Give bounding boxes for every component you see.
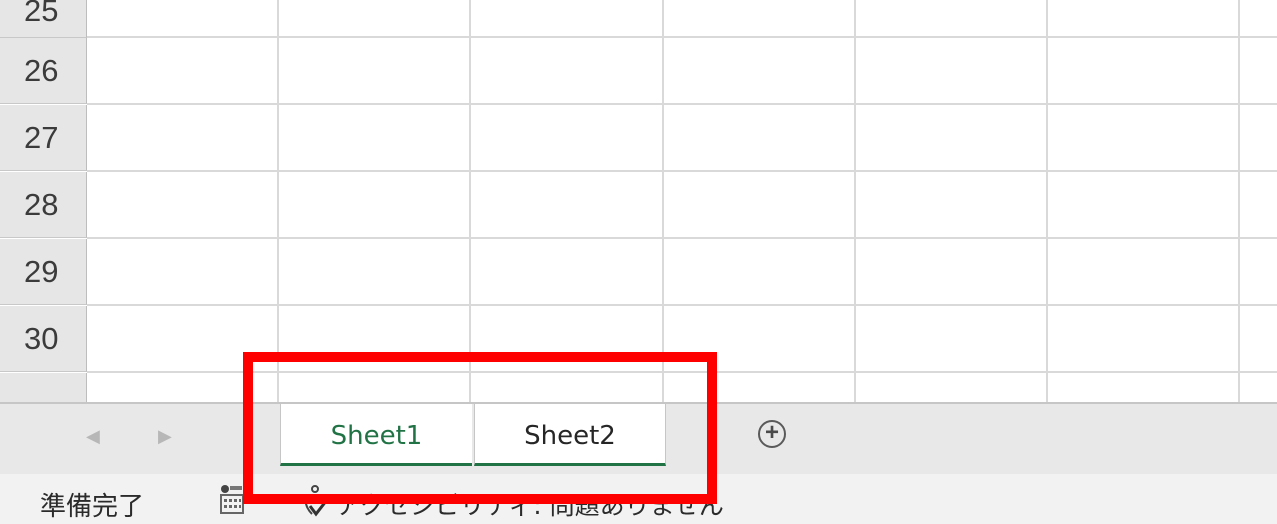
row-header[interactable]: 26	[0, 38, 87, 104]
grid-cell[interactable]	[856, 105, 1048, 172]
grid-cell[interactable]	[279, 38, 471, 105]
grid-cell[interactable]	[87, 373, 279, 402]
grid-cell[interactable]	[664, 373, 856, 402]
grid-cell[interactable]	[87, 172, 279, 239]
grid-cell[interactable]	[279, 239, 471, 306]
grid-cell[interactable]	[664, 172, 856, 239]
grid-cell[interactable]	[471, 105, 664, 172]
grid-cell[interactable]	[471, 0, 664, 38]
grid-cell[interactable]	[1048, 105, 1240, 172]
scroll-right-icon[interactable]: ▶	[158, 426, 172, 447]
grid-cell[interactable]	[856, 306, 1048, 373]
sheet-tab-bar: ◀ ▶ Sheet1 Sheet2 +	[0, 402, 1277, 474]
grid-cell[interactable]	[856, 172, 1048, 239]
grid-cell[interactable]	[87, 38, 279, 105]
grid-cell[interactable]	[856, 38, 1048, 105]
row-header[interactable]: 30	[0, 306, 87, 372]
grid-cell[interactable]	[471, 306, 664, 373]
tab-sheet1[interactable]: Sheet1	[280, 404, 472, 466]
grid-cell[interactable]	[279, 0, 471, 38]
grid-cell[interactable]	[1240, 172, 1277, 239]
grid-cell[interactable]	[1048, 373, 1240, 402]
grid-cell[interactable]	[1048, 172, 1240, 239]
grid-cell[interactable]	[856, 239, 1048, 306]
row-header[interactable]: 25	[0, 0, 87, 38]
grid-cell[interactable]	[1048, 306, 1240, 373]
status-ready-text: 準備完了	[40, 492, 145, 522]
grid-cell[interactable]	[664, 0, 856, 38]
plus-circle-icon[interactable]: +	[758, 420, 786, 448]
grid-cell[interactable]	[664, 239, 856, 306]
grid-cell[interactable]	[1048, 0, 1240, 38]
grid-cell[interactable]	[279, 105, 471, 172]
grid-cell[interactable]	[1048, 239, 1240, 306]
grid-cell[interactable]	[471, 373, 664, 402]
row-header[interactable]: 27	[0, 105, 87, 171]
scroll-left-icon[interactable]: ◀	[86, 426, 100, 447]
grid-cell[interactable]	[1240, 38, 1277, 105]
grid-cell[interactable]	[87, 306, 279, 373]
row-header[interactable]: 28	[0, 172, 87, 238]
status-bar: 準備完了 アクセシビリティ: 問題ありません	[0, 474, 1277, 524]
grid-cell[interactable]	[87, 239, 279, 306]
grid-cell[interactable]	[1240, 0, 1277, 38]
grid-cell[interactable]	[1240, 306, 1277, 373]
row-header[interactable]: 29	[0, 239, 87, 305]
grid-cell[interactable]	[87, 0, 279, 38]
accessibility-status-text[interactable]: アクセシビリティ: 問題ありません	[336, 486, 724, 522]
grid-cell[interactable]	[664, 306, 856, 373]
worksheet-grid[interactable]: 25 26 27 28 29 30	[0, 0, 1277, 402]
grid-cell[interactable]	[1048, 38, 1240, 105]
grid-cell[interactable]	[1240, 373, 1277, 402]
grid-cell[interactable]	[471, 38, 664, 105]
grid-cell[interactable]	[279, 306, 471, 373]
grid-cell[interactable]	[664, 105, 856, 172]
grid-cell[interactable]	[1240, 105, 1277, 172]
grid-cell[interactable]	[471, 172, 664, 239]
grid-cell[interactable]	[87, 105, 279, 172]
grid-cell[interactable]	[664, 38, 856, 105]
row-header[interactable]	[0, 373, 87, 402]
grid-cell[interactable]	[279, 373, 471, 402]
tab-sheet2[interactable]: Sheet2	[474, 404, 666, 466]
grid-cell[interactable]	[856, 0, 1048, 38]
grid-cell[interactable]	[1240, 239, 1277, 306]
grid-cell[interactable]	[856, 373, 1048, 402]
grid-cell[interactable]	[279, 172, 471, 239]
macro-record-icon[interactable]	[218, 484, 246, 516]
accessibility-check-icon[interactable]	[298, 484, 334, 518]
grid-cell[interactable]	[471, 239, 664, 306]
